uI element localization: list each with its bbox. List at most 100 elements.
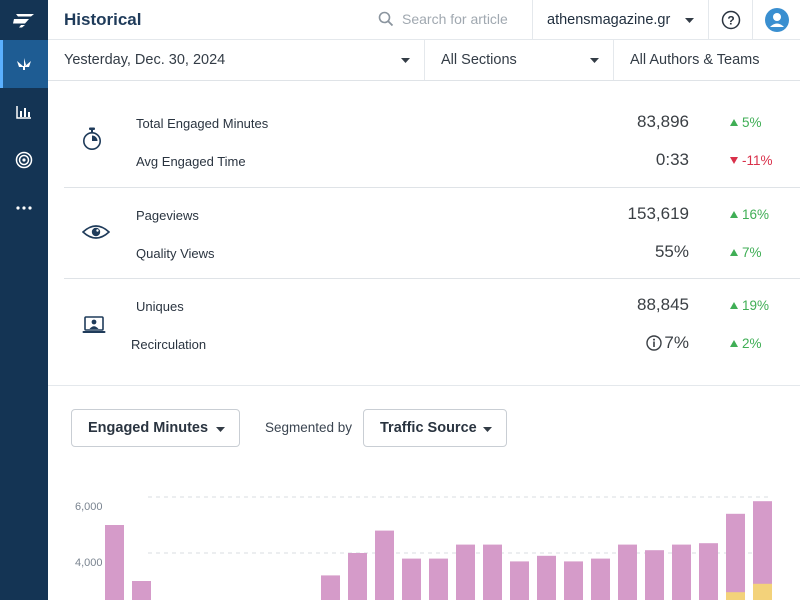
bar-segment[interactable]	[753, 583, 772, 600]
y-tick-label: 4,000	[75, 557, 103, 569]
bar[interactable]	[591, 558, 610, 600]
date-filter-label: Yesterday, Dec. 30, 2024	[64, 52, 226, 68]
metric-delta: 16%	[730, 207, 769, 222]
authors-filter[interactable]: All Authors & Teams	[613, 40, 800, 80]
metric-delta: 19%	[730, 298, 769, 313]
metric-value-text: 7%	[664, 333, 689, 352]
bar[interactable]	[618, 544, 637, 600]
segment-dropdown-label: Traffic Source	[380, 420, 477, 436]
svg-text:?: ?	[727, 14, 734, 28]
page-title: Historical	[64, 10, 142, 29]
metric-label: Total Engaged Minutes	[136, 116, 269, 131]
arrow-up-icon	[730, 340, 738, 347]
metric-group-audience: Uniques 88,845 19% Recirculation 7% 2%	[64, 279, 800, 386]
authors-filter-label: All Authors & Teams	[630, 52, 760, 68]
help-icon: ?	[721, 10, 740, 30]
metric-row: Uniques 88,845 19%	[64, 295, 800, 317]
bar[interactable]	[321, 575, 340, 600]
metric-delta: -11%	[730, 153, 773, 168]
metric-group-engagement: Total Engaged Minutes 83,896 5% Avg Enga…	[64, 81, 800, 188]
bar-chart-icon	[16, 106, 31, 119]
domain-label: athensmagazine.gr	[547, 12, 671, 28]
metric-delta-value: 5%	[742, 115, 762, 130]
bar[interactable]	[564, 561, 583, 600]
metric-label: Avg Engaged Time	[136, 154, 246, 169]
top-header: Historical athensmagazine.gr ?	[48, 0, 800, 40]
metric-value: 88,845	[637, 295, 689, 314]
bar-chart: 6,000 4,000	[75, 496, 772, 600]
arrow-up-icon	[730, 211, 738, 218]
metric-delta: 7%	[730, 245, 762, 260]
metric-group-views: Pageviews 153,619 16% Quality Views 55% …	[64, 188, 800, 279]
sidebar-item-more[interactable]	[0, 184, 48, 232]
date-filter[interactable]: Yesterday, Dec. 30, 2024	[48, 40, 424, 80]
metric-value: 153,619	[627, 204, 689, 223]
bar[interactable]	[672, 544, 691, 600]
metric-delta-value: -11%	[742, 153, 773, 168]
bar[interactable]	[132, 581, 151, 600]
sections-filter[interactable]: All Sections	[424, 40, 613, 80]
engaged-minutes-chart: 6,000 4,000	[48, 440, 800, 600]
metric-label: Quality Views	[136, 246, 215, 261]
metric-label: Uniques	[136, 299, 184, 314]
bar[interactable]	[726, 513, 745, 600]
metric-delta-value: 19%	[742, 298, 770, 313]
app-logo[interactable]	[0, 0, 48, 40]
metric-delta: 2%	[730, 336, 762, 351]
eye-icon	[82, 225, 110, 239]
person-screen-icon	[82, 316, 106, 333]
bar[interactable]	[105, 525, 124, 600]
bar[interactable]	[645, 550, 664, 600]
bar[interactable]	[483, 544, 502, 600]
metric-label: Recirculation	[131, 337, 207, 352]
bar[interactable]	[375, 530, 394, 600]
search-icon[interactable]	[378, 11, 394, 27]
arrow-up-icon	[730, 119, 738, 126]
chevron-down-icon	[685, 18, 694, 23]
bar[interactable]	[699, 543, 718, 600]
chevron-down-icon	[483, 427, 492, 432]
sections-filter-label: All Sections	[441, 52, 517, 68]
chevron-down-icon	[401, 58, 410, 63]
metric-value: 55%	[654, 242, 689, 261]
help-button[interactable]: ?	[708, 0, 752, 40]
metric-row: Pageviews 153,619 16%	[64, 204, 800, 226]
bar-segment[interactable]	[726, 592, 745, 600]
metric-value: 0:33	[655, 150, 689, 169]
domain-select[interactable]: athensmagazine.gr	[532, 0, 708, 40]
sidebar-item-realtime[interactable]	[0, 40, 48, 88]
bar[interactable]	[348, 553, 367, 600]
chevron-down-icon	[216, 427, 225, 432]
arrow-up-icon	[730, 302, 738, 309]
bar[interactable]	[537, 555, 556, 600]
metric-delta-value: 16%	[742, 207, 770, 222]
metric-row: Total Engaged Minutes 83,896 5%	[64, 112, 800, 134]
metric-label: Pageviews	[136, 208, 199, 223]
metric-dropdown-label: Engaged Minutes	[88, 420, 209, 436]
realtime-icon	[17, 58, 31, 70]
bar[interactable]	[429, 558, 448, 600]
metric-delta: 5%	[730, 115, 762, 130]
avatar-icon	[764, 8, 789, 32]
arrow-up-icon	[730, 249, 738, 256]
bar[interactable]	[456, 544, 475, 600]
logo-icon	[13, 14, 34, 28]
metric-row: Avg Engaged Time 0:33 -11%	[64, 150, 800, 172]
chevron-down-icon	[590, 58, 599, 63]
metric-delta-value: 2%	[742, 336, 762, 351]
metrics-panel: Total Engaged Minutes 83,896 5% Avg Enga…	[48, 81, 800, 386]
metric-value: 7%	[646, 333, 689, 353]
sidebar-item-goals[interactable]	[0, 136, 48, 184]
sidebar-item-historical[interactable]	[0, 88, 48, 136]
metric-delta-value: 7%	[742, 245, 762, 260]
user-menu-button[interactable]	[752, 0, 800, 40]
y-tick-label: 6,000	[75, 501, 103, 513]
arrow-down-icon	[730, 157, 738, 164]
metric-value: 83,896	[637, 112, 689, 131]
metric-row: Quality Views 55% 7%	[64, 242, 800, 264]
bar[interactable]	[402, 558, 421, 600]
bar[interactable]	[510, 561, 529, 600]
metric-row: Recirculation 7% 2%	[64, 333, 800, 355]
segmented-by-label: Segmented by	[265, 420, 353, 435]
info-icon[interactable]	[646, 335, 663, 351]
